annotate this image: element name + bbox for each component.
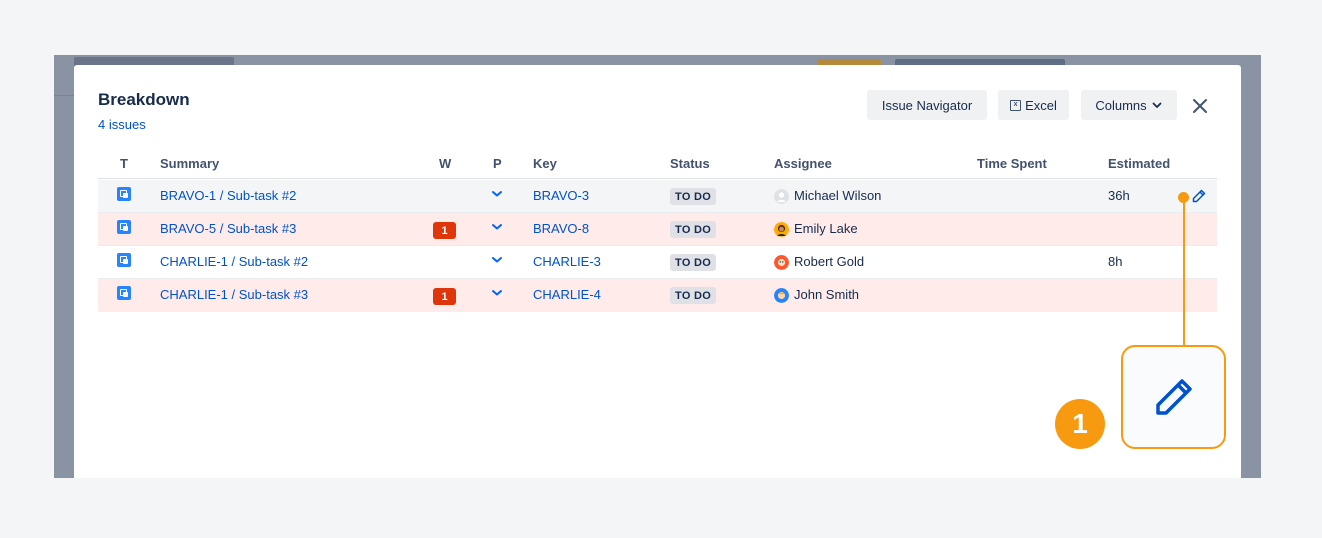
column-header-time-spent[interactable]: Time Spent — [977, 156, 1047, 171]
pencil-icon[interactable] — [1192, 189, 1206, 203]
status-badge: TO DO — [670, 188, 717, 205]
issue-key-link[interactable]: CHARLIE-3 — [533, 254, 601, 269]
callout-zoom-box — [1121, 345, 1226, 449]
column-header-key[interactable]: Key — [533, 156, 557, 171]
priority-low-icon — [492, 224, 502, 230]
column-header-status[interactable]: Status — [670, 156, 710, 171]
warning-badge[interactable]: 1 — [433, 288, 456, 305]
excel-export-button[interactable]: x Excel — [998, 90, 1069, 120]
table-row: CHARLIE-1 / Sub-task #2 CHARLIE-3 TO DO … — [98, 246, 1217, 279]
priority-low-icon — [492, 290, 502, 296]
excel-icon: x — [1010, 99, 1022, 111]
default-avatar-icon — [774, 189, 789, 204]
issue-key-link[interactable]: CHARLIE-4 — [533, 287, 601, 302]
avatar-icon — [774, 222, 789, 237]
columns-button[interactable]: Columns — [1081, 90, 1177, 120]
subtask-icon — [117, 220, 131, 234]
issue-key-link[interactable]: BRAVO-3 — [533, 188, 589, 203]
columns-label: Columns — [1095, 97, 1147, 113]
subtask-icon — [117, 187, 131, 201]
issue-navigator-label: Issue Navigator — [881, 97, 973, 113]
column-header-estimated[interactable]: Estimated — [1108, 156, 1170, 171]
estimated-value: 8h — [1108, 254, 1123, 269]
column-header-type[interactable]: T — [120, 156, 128, 171]
summary-link[interactable]: CHARLIE-1 / Sub-task #2 — [160, 254, 308, 269]
avatar-icon — [774, 255, 789, 270]
callout-number-badge: 1 — [1055, 399, 1105, 449]
issue-navigator-button[interactable]: Issue Navigator — [867, 90, 987, 120]
summary-link[interactable]: CHARLIE-1 / Sub-task #3 — [160, 287, 308, 302]
table-row: CHARLIE-1 / Sub-task #3 1 CHARLIE-4 TO D… — [98, 279, 1217, 312]
subtask-icon — [117, 286, 131, 300]
avatar-icon — [774, 288, 789, 303]
estimated-value: 36h — [1108, 188, 1130, 203]
warning-badge[interactable]: 1 — [433, 222, 456, 239]
callout-anchor-dot — [1178, 192, 1189, 203]
column-header-warnings[interactable]: W — [439, 156, 451, 171]
backdrop-divider — [54, 95, 74, 96]
assignee-name: Michael Wilson — [794, 188, 882, 203]
chevron-down-icon — [1152, 102, 1162, 108]
issue-count-link[interactable]: 4 issues — [98, 117, 146, 132]
issue-key-link[interactable]: BRAVO-8 — [533, 221, 589, 236]
subtask-icon — [117, 253, 131, 267]
callout-connector — [1183, 198, 1185, 346]
priority-low-icon — [492, 191, 502, 197]
summary-link[interactable]: BRAVO-5 / Sub-task #3 — [160, 221, 296, 236]
excel-label: Excel — [1025, 97, 1057, 113]
status-badge: TO DO — [670, 287, 717, 304]
column-header-summary[interactable]: Summary — [160, 156, 219, 171]
assignee-name: Robert Gold — [794, 254, 865, 269]
column-header-assignee[interactable]: Assignee — [774, 156, 832, 171]
assignee-name: John Smith — [794, 287, 860, 302]
summary-link[interactable]: BRAVO-1 / Sub-task #2 — [160, 188, 296, 203]
status-badge: TO DO — [670, 221, 717, 238]
close-icon[interactable] — [1190, 96, 1210, 116]
priority-low-icon — [492, 257, 502, 263]
dialog-title: Breakdown — [98, 90, 190, 109]
pencil-icon — [1155, 379, 1192, 415]
table-row: BRAVO-5 / Sub-task #3 1 BRAVO-8 TO DO Em… — [98, 213, 1217, 246]
assignee-name: Emily Lake — [794, 221, 858, 236]
column-header-priority[interactable]: P — [493, 156, 502, 171]
table-row: BRAVO-1 / Sub-task #2 BRAVO-3 TO DO Mich… — [98, 180, 1217, 213]
status-badge: TO DO — [670, 254, 717, 271]
table-header: T Summary W P Key Status Assignee Time S… — [98, 153, 1217, 179]
